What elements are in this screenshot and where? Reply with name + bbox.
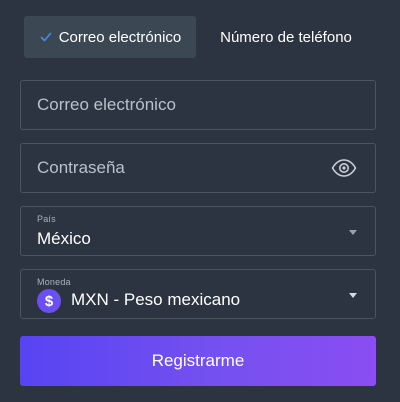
email-input[interactable] (21, 81, 375, 129)
country-select[interactable]: País México (20, 206, 376, 256)
currency-select-value: MXN - Peso mexicano (71, 290, 241, 309)
email-field-container (20, 80, 376, 130)
registration-panel: Correo electrónico Número de teléfono Pa… (0, 0, 400, 402)
register-button[interactable]: Registrarme (20, 336, 376, 386)
password-input[interactable] (21, 144, 375, 192)
chevron-down-icon (349, 230, 357, 235)
check-icon (39, 30, 53, 44)
eye-icon[interactable] (331, 158, 357, 178)
country-select-value: México (37, 229, 91, 248)
tab-email-label: Correo electrónico (58, 28, 182, 46)
tab-phone[interactable]: Número de teléfono (196, 16, 376, 58)
tab-phone-label: Número de teléfono (220, 28, 352, 46)
chevron-down-icon (349, 293, 357, 298)
dollar-icon: $ (37, 289, 61, 313)
currency-select[interactable]: Moneda $ MXN - Peso mexicano (20, 269, 376, 319)
country-select-label: País (37, 214, 56, 224)
currency-select-label: Moneda (37, 277, 71, 287)
signup-method-tabs: Correo electrónico Número de teléfono (24, 16, 376, 58)
password-field-container (20, 143, 376, 193)
tab-email[interactable]: Correo electrónico (24, 16, 196, 58)
